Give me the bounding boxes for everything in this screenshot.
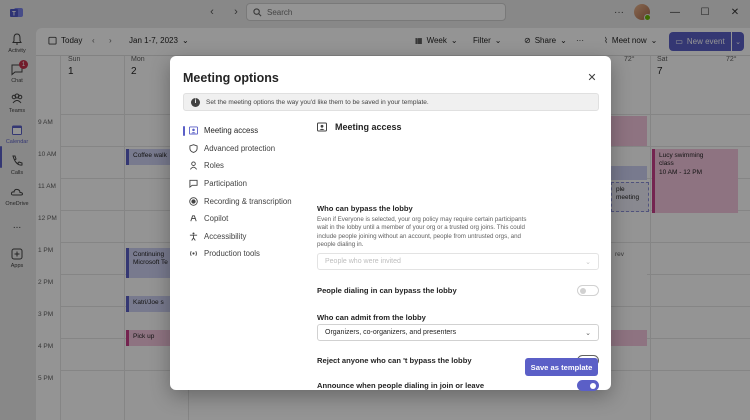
section-header: Meeting access — [317, 120, 599, 134]
person-icon — [189, 161, 198, 171]
chevron-down-icon: ⌄ — [585, 329, 591, 337]
bypass-select[interactable]: People who were invited ⌄ — [317, 253, 599, 270]
info-text: Set the meeting options the way you'd li… — [206, 98, 429, 106]
save-as-template-button[interactable]: Save as template — [525, 358, 598, 376]
bypass-value: People who were invited — [325, 258, 401, 265]
announce-label: Announce when people dialing in join or … — [317, 381, 485, 390]
nav-label: Copilot — [204, 214, 229, 224]
bypass-label: Who can bypass the lobby — [317, 204, 413, 213]
options-content: Meeting access Who can bypass the lobby … — [317, 120, 599, 391]
nav-item-participation[interactable]: Participation — [183, 175, 303, 193]
nav-item-recording[interactable]: Recording & transcription — [183, 192, 303, 210]
nav-label: Accessibility — [204, 231, 247, 241]
accessibility-icon — [189, 232, 198, 241]
section-title: Meeting access — [335, 122, 402, 132]
record-icon — [189, 196, 198, 206]
nav-label: Roles — [204, 161, 224, 171]
nav-item-copilot[interactable]: Copilot — [183, 210, 303, 228]
nav-label: Production tools — [204, 249, 260, 259]
nav-label: Advanced protection — [204, 143, 276, 153]
info-banner: i Set the meeting options the way you'd … — [183, 93, 599, 111]
dialin-row: People dialing in can bypass the lobby — [317, 285, 599, 296]
copilot-icon — [190, 215, 197, 222]
options-nav: Meeting access Advanced protection Roles… — [183, 122, 303, 263]
bypass-description: Even if Everyone is selected, your org p… — [317, 216, 527, 248]
nav-item-production-tools[interactable]: Production tools — [183, 245, 303, 263]
meeting-options-dialog: Meeting options ✕ i Set the meeting opti… — [170, 56, 611, 391]
info-icon: i — [191, 97, 200, 107]
dialog-title: Meeting options — [183, 71, 279, 85]
nav-label: Participation — [204, 179, 247, 189]
nav-label: Recording & transcription — [204, 196, 292, 206]
dialin-toggle[interactable] — [577, 285, 599, 296]
shield-icon — [189, 144, 198, 153]
close-icon[interactable]: ✕ — [586, 71, 598, 84]
admit-label: Who can admit from the lobby — [317, 313, 426, 322]
broadcast-icon — [190, 251, 197, 257]
chat-bubble-icon — [189, 179, 198, 189]
meeting-access-icon — [317, 122, 327, 132]
announce-row: Announce when people dialing in join or … — [317, 380, 599, 391]
admit-select[interactable]: Organizers, co-organizers, and presenter… — [317, 324, 599, 341]
nav-label: Meeting access — [204, 126, 259, 136]
nav-item-advanced-protection[interactable]: Advanced protection — [183, 140, 303, 158]
chevron-down-icon: ⌄ — [585, 258, 591, 266]
announce-toggle[interactable] — [577, 380, 599, 391]
admit-value: Organizers, co-organizers, and presenter… — [325, 329, 457, 336]
nav-item-meeting-access[interactable]: Meeting access — [183, 122, 303, 140]
meeting-access-icon — [189, 126, 198, 135]
dialin-label: People dialing in can bypass the lobby — [317, 286, 457, 295]
nav-item-accessibility[interactable]: Accessibility — [183, 228, 303, 246]
reject-label: Reject anyone who can 't bypass the lobb… — [317, 356, 472, 365]
nav-item-roles[interactable]: Roles — [183, 157, 303, 175]
